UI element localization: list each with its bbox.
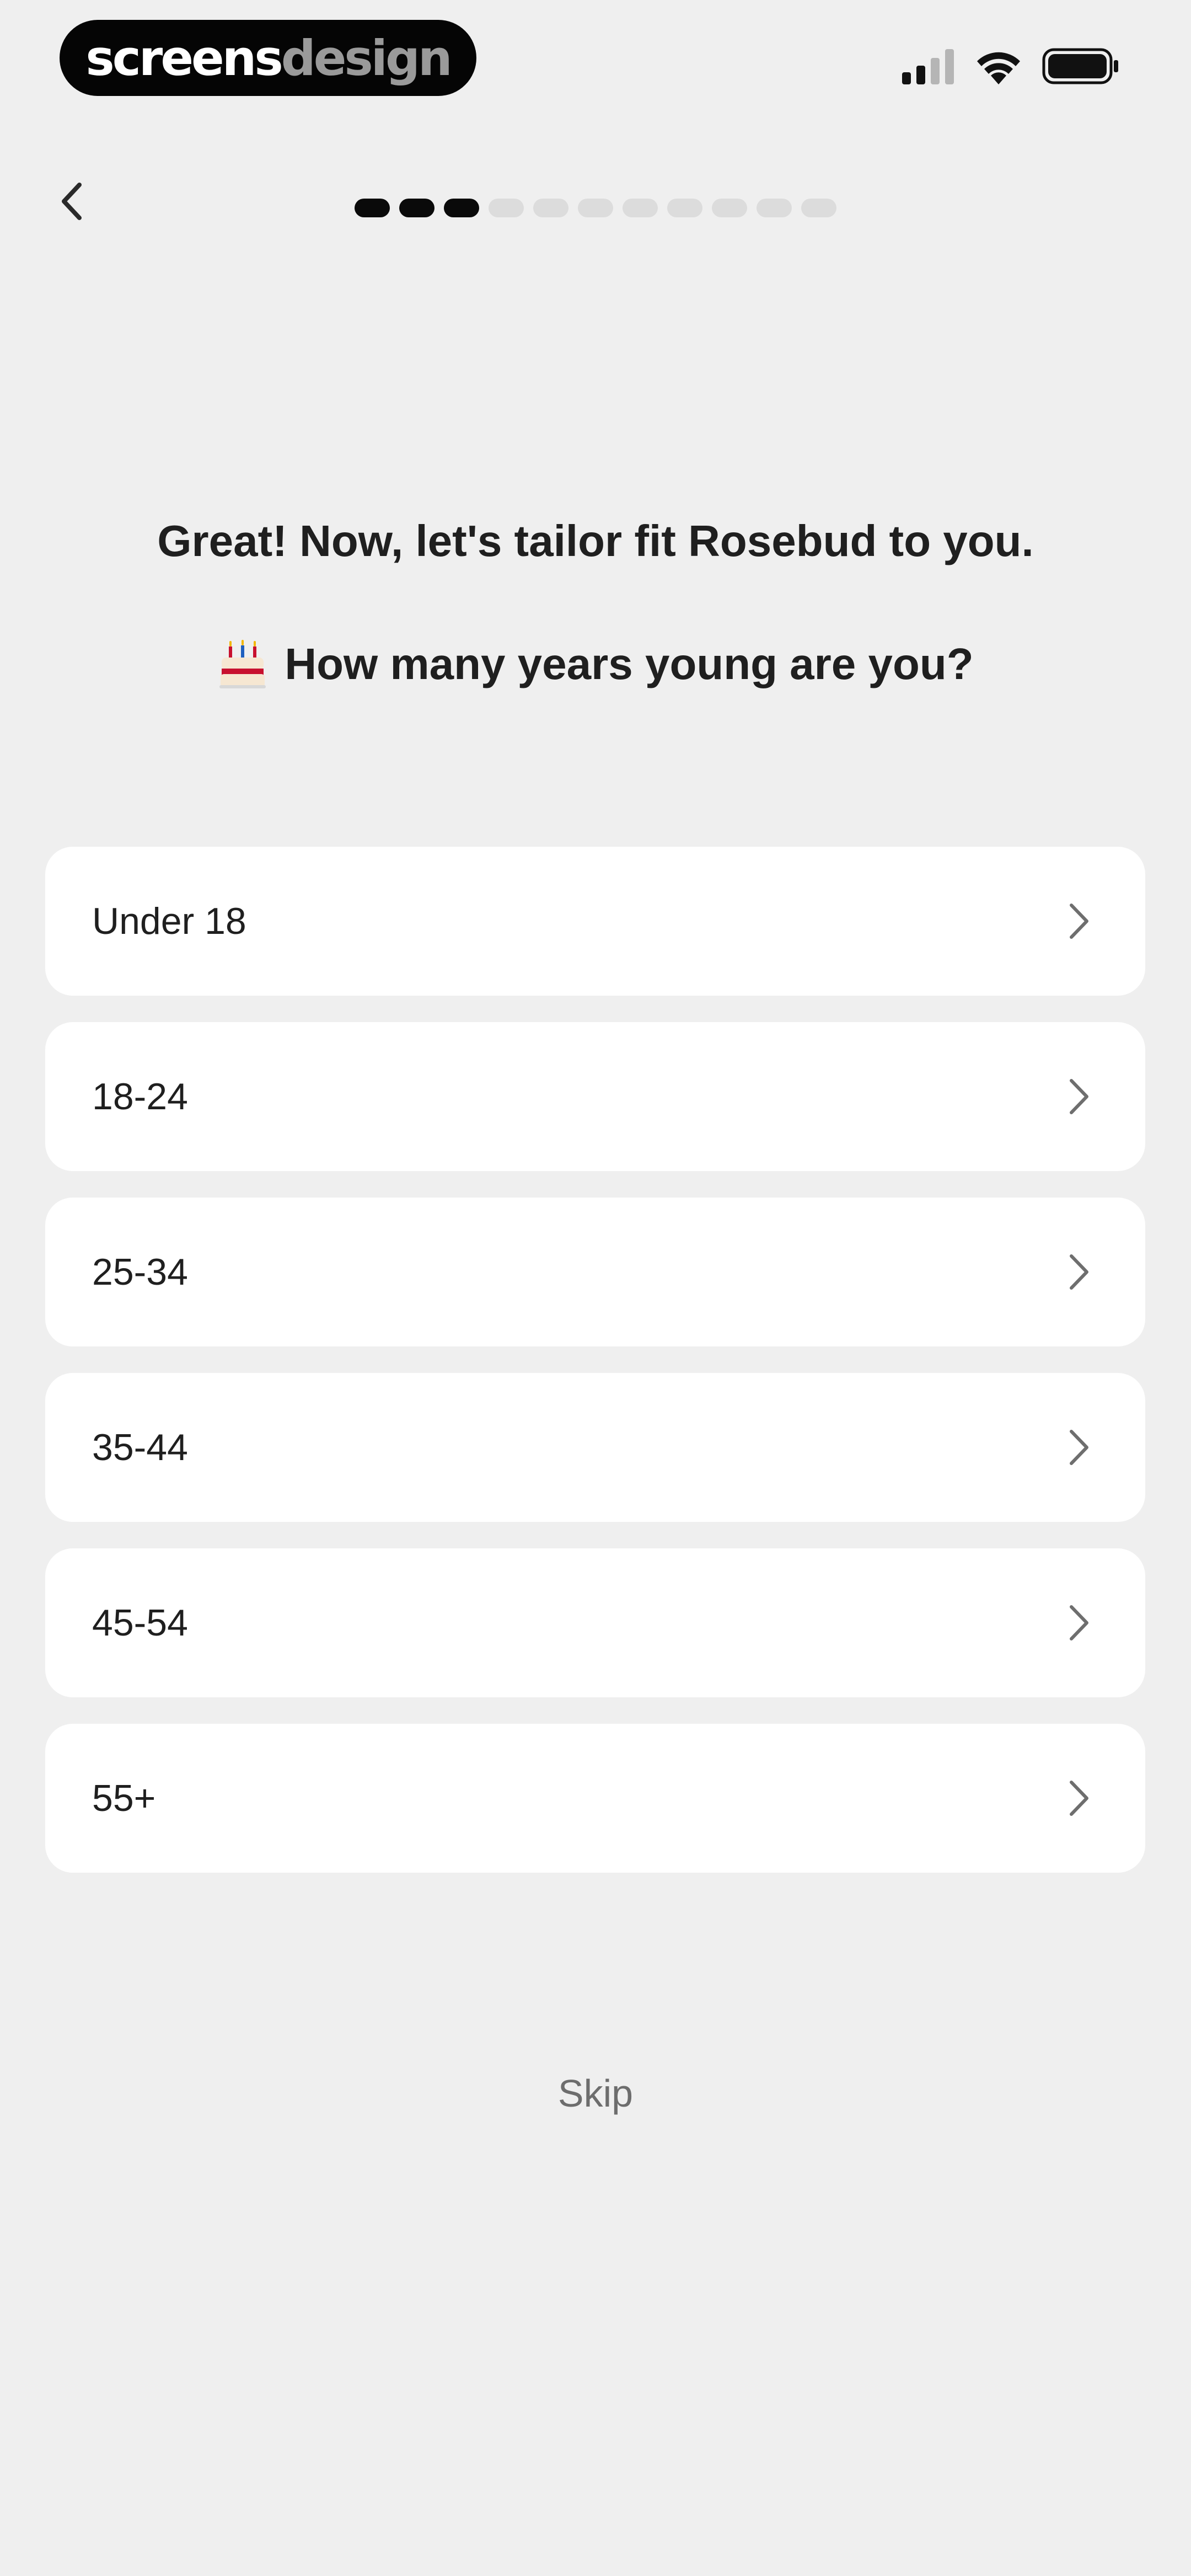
progress-step	[533, 199, 568, 217]
chevron-right-icon	[1070, 1430, 1088, 1465]
chevron-right-icon	[1070, 1605, 1088, 1640]
chevron-right-icon	[1070, 1781, 1088, 1816]
age-option-label: Under 18	[92, 900, 246, 942]
wifi-icon	[977, 52, 1020, 84]
chevron-right-icon	[1070, 904, 1088, 939]
progress-step	[355, 199, 390, 217]
status-icons	[902, 44, 1119, 88]
age-options-list: Under 18 18-24 25-34 35-44 45-54 55+	[45, 847, 1145, 1873]
progress-step	[712, 199, 747, 217]
age-option-label: 45-54	[92, 1602, 188, 1644]
back-button[interactable]	[50, 171, 94, 232]
age-option-label: 25-34	[92, 1251, 188, 1293]
chevron-right-icon	[1070, 1079, 1088, 1114]
age-option[interactable]: 55+	[45, 1724, 1145, 1873]
page-title: Great! Now, let's tailor fit Rosebud to …	[157, 516, 1034, 565]
brand-logo: screens design	[60, 20, 476, 96]
age-option[interactable]: 18-24	[45, 1022, 1145, 1171]
progress-step	[667, 199, 702, 217]
progress-step	[578, 199, 613, 217]
age-option[interactable]: 45-54	[45, 1548, 1145, 1697]
age-option-label: 35-44	[92, 1426, 188, 1468]
progress-step	[801, 199, 836, 217]
battery-icon	[1042, 48, 1118, 84]
onboarding-screen: screens design Great! Now, let's tailor f…	[0, 0, 1191, 2576]
brand-text-part1: screens	[85, 29, 283, 87]
progress-step	[489, 199, 524, 217]
progress-step	[623, 199, 658, 217]
signal-icon	[902, 49, 954, 84]
brand-text-part2: design	[281, 29, 453, 87]
progress-step	[757, 199, 792, 217]
question-heading: How many years young are you?	[0, 639, 1191, 690]
progress-indicator	[355, 199, 836, 217]
question-text: How many years young are you?	[285, 639, 974, 688]
progress-step	[399, 199, 434, 217]
age-option-label: 18-24	[92, 1076, 188, 1118]
progress-step	[444, 199, 479, 217]
age-option-label: 55+	[92, 1777, 156, 1819]
skip-button[interactable]: Skip	[0, 2071, 1191, 2115]
age-option[interactable]: 35-44	[45, 1373, 1145, 1522]
birthday-cake-icon	[219, 640, 266, 688]
chevron-right-icon	[1070, 1254, 1088, 1290]
age-option[interactable]: 25-34	[45, 1198, 1145, 1346]
chevron-left-icon	[62, 183, 82, 220]
age-option[interactable]: Under 18	[45, 847, 1145, 996]
